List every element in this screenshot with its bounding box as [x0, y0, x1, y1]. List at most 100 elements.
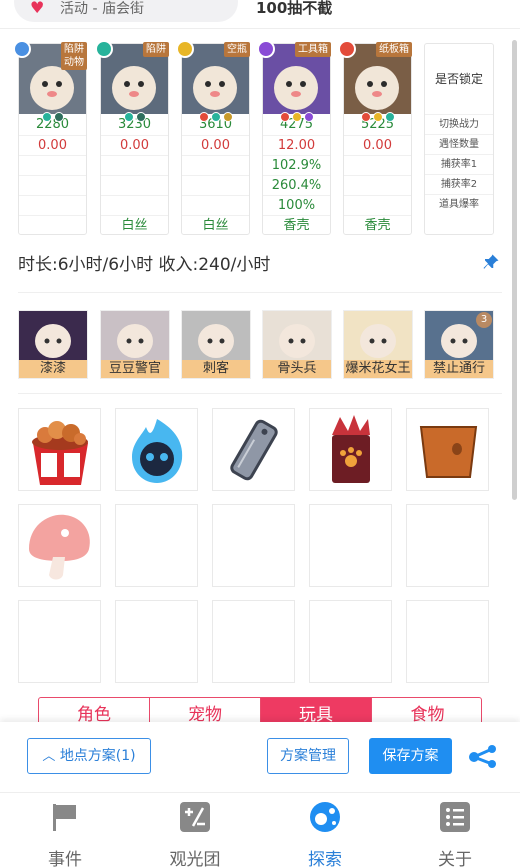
character-name: 禁止通行 [425, 360, 493, 378]
top-activity-bar: ♥ 活动 - 庙会街 100抽不截 [0, 0, 520, 30]
item-slot-mushroom[interactable] [18, 504, 101, 587]
save-plan-button[interactable]: 保存方案 [369, 738, 452, 774]
character-slot[interactable]: 刺客 [181, 310, 251, 379]
equipped-item: 白丝 [182, 215, 249, 235]
team-member-card[interactable]: 工具箱 4275 12.00 102.9% 260.4% 100% 香壳 [257, 40, 331, 235]
item-slot-empty[interactable] [309, 600, 392, 683]
character-slot[interactable]: 骨头兵 [262, 310, 332, 379]
character-name: 豆豆警官 [101, 360, 169, 378]
item-slot-empty[interactable] [212, 504, 295, 587]
equipped-item: 香壳 [344, 215, 411, 235]
nav-tour-group[interactable]: 观光团 [130, 793, 260, 867]
character-slot[interactable]: 爆米花女王 [343, 310, 413, 379]
calculator-icon [180, 802, 210, 832]
character-name: 骨头兵 [263, 360, 331, 378]
nav-about[interactable]: 关于 [390, 793, 520, 867]
team-member-card[interactable]: 陷阱 动物 2280 0.00 [13, 40, 87, 235]
item-slot-name-tag[interactable] [212, 408, 295, 491]
stat-label: 遇怪数量 [425, 134, 493, 154]
item-slot-empty[interactable] [115, 600, 198, 683]
scrollbar[interactable] [512, 40, 517, 500]
paw-box-icon [332, 415, 370, 483]
item-slot-empty[interactable] [406, 600, 489, 683]
activity-right-text: 100抽不截 [256, 0, 333, 17]
nav-label: 探索 [308, 850, 342, 867]
plan-manage-button[interactable]: 方案管理 [267, 738, 349, 774]
character-slot[interactable]: 豆豆警官 [100, 310, 170, 379]
mushroom-icon [29, 514, 90, 580]
drop-rate: 100% [263, 195, 330, 215]
item-slot-paw-box[interactable] [309, 408, 392, 491]
trap-tag: 空瓶 [224, 42, 250, 57]
capture-rate-1: 102.9% [263, 155, 330, 175]
capture-rate-2: 260.4% [263, 175, 330, 195]
capture-rate-1 [19, 155, 86, 175]
bottom-navigation: 事件 观光团 探索 关于 [0, 792, 520, 867]
capture-rate-2 [182, 175, 249, 195]
element-icon [95, 40, 113, 58]
capture-rate-2 [101, 175, 168, 195]
location-plan-button[interactable]: ︿ 地点方案(1) [27, 738, 151, 774]
character-portrait [19, 311, 87, 363]
item-slot-popcorn-bucket[interactable] [18, 408, 101, 491]
explore-icon [310, 802, 340, 832]
drop-rate [101, 195, 168, 215]
character-portrait [182, 311, 250, 363]
nav-label: 关于 [438, 850, 472, 867]
share-icon[interactable] [468, 744, 498, 768]
nav-explore[interactable]: 探索 [260, 793, 390, 867]
character-slot[interactable]: 3 禁止通行 [424, 310, 494, 379]
item-slot-ghost-fire[interactable] [115, 408, 198, 491]
activity-text: 活动 - 庙会街 [60, 1, 144, 17]
team-member-card[interactable]: 纸板箱 5225 0.00 香壳 [338, 40, 412, 235]
monster-count: 0.00 [101, 135, 168, 155]
element-icon [338, 40, 356, 58]
nav-events[interactable]: 事件 [0, 793, 130, 867]
location-plan-label: 地点方案(1) [59, 748, 136, 764]
character-name: 爆米花女王 [344, 360, 412, 378]
element-icon [13, 40, 31, 58]
equipped-item [19, 215, 86, 235]
trap-tag: 工具箱 [295, 42, 331, 57]
drop-rate [19, 195, 86, 215]
character-name: 漆漆 [19, 360, 87, 378]
capture-rate-1 [344, 155, 411, 175]
character-slot[interactable]: 漆漆 [18, 310, 88, 379]
team-member-card[interactable]: 陷阱 3230 0.00 白丝 [95, 40, 169, 235]
item-slot-empty[interactable] [406, 504, 489, 587]
divider [0, 28, 520, 29]
equipped-item: 香壳 [263, 215, 330, 235]
stat-label: 切换战力 [425, 114, 493, 134]
monster-count: 12.00 [263, 135, 330, 155]
lock-toggle-label[interactable]: 是否锁定 [425, 70, 493, 87]
monster-count: 0.00 [344, 135, 411, 155]
expedition-summary: 时长:6小时/6小时 收入:240/小时 [18, 255, 271, 275]
skill-dots [19, 107, 86, 122]
skill-dots [263, 107, 330, 122]
flag-icon [53, 804, 76, 831]
stat-label: 捕获率2 [425, 174, 493, 194]
trap-tag: 纸板箱 [376, 42, 412, 57]
team-member-card[interactable]: 空瓶 3610 0.00 白丝 [176, 40, 250, 235]
character-portrait [263, 311, 331, 363]
drop-rate [182, 195, 249, 215]
monster-count: 0.00 [19, 135, 86, 155]
activity-pill[interactable]: ♥ 活动 - 庙会街 [14, 0, 238, 22]
item-slot-cardboard-cup[interactable] [406, 408, 489, 491]
pin-icon[interactable] [482, 253, 500, 271]
item-slot-empty[interactable] [115, 504, 198, 587]
item-slot-empty[interactable] [309, 504, 392, 587]
monster-count: 0.00 [182, 135, 249, 155]
cardboard-cup-icon [419, 426, 478, 478]
skill-dots [344, 107, 411, 122]
skill-dots [101, 107, 168, 122]
capture-rate-1 [101, 155, 168, 175]
ghost-flame-icon [132, 419, 183, 483]
capture-rate-2 [19, 175, 86, 195]
name-tag-icon [230, 419, 278, 481]
nav-label: 观光团 [169, 850, 221, 867]
item-slot-empty[interactable] [18, 600, 101, 683]
element-icon [257, 40, 275, 58]
item-slot-empty[interactable] [212, 600, 295, 683]
capture-rate-2 [344, 175, 411, 195]
